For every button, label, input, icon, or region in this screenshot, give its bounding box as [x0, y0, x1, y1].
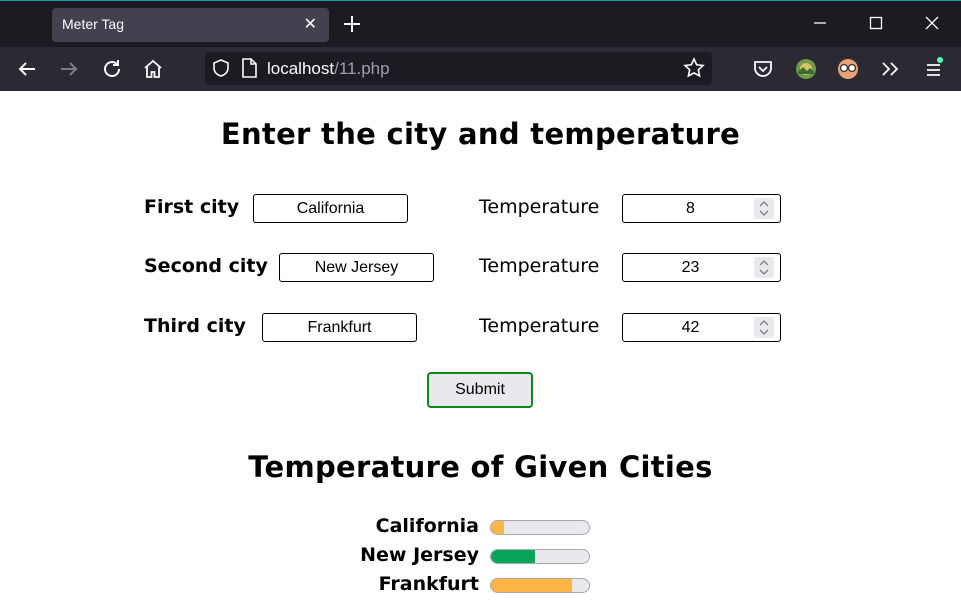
app-menu-icon[interactable]	[922, 57, 946, 81]
home-icon[interactable]	[142, 58, 164, 80]
back-arrow-icon[interactable]	[16, 58, 38, 80]
reload-icon[interactable]	[101, 58, 123, 80]
first-temperature-value: 8	[686, 200, 695, 217]
city-row-first: First city California Temperature 8	[0, 192, 961, 224]
meter-row-california: California	[0, 514, 961, 538]
form-heading: Enter the city and temperature	[220, 117, 741, 151]
forward-arrow-icon[interactable]	[58, 58, 80, 80]
url-text: localhost/11.php	[267, 59, 390, 79]
meter-fill	[491, 521, 504, 534]
pocket-icon[interactable]	[751, 57, 775, 81]
number-spinner-icon[interactable]	[754, 317, 774, 338]
first-city-input[interactable]: California	[253, 194, 408, 223]
results-heading: Temperature of Given Cities	[248, 450, 713, 484]
overflow-chevrons-icon[interactable]	[878, 57, 902, 81]
new-tab-plus-icon[interactable]	[340, 12, 364, 36]
window-close-icon[interactable]	[922, 13, 942, 33]
second-city-input[interactable]: New Jersey	[279, 253, 434, 282]
city-row-third: Third city Frankfurt Temperature 42	[0, 311, 961, 343]
temperature-meter	[490, 520, 590, 535]
submit-button[interactable]: Submit	[427, 372, 533, 408]
tab-title: Meter Tag	[62, 16, 124, 32]
bookmark-star-icon[interactable]	[683, 57, 705, 79]
meter-label: New Jersey	[360, 544, 479, 566]
second-temperature-value: 23	[681, 259, 700, 276]
temperature-meter	[490, 549, 590, 564]
meter-label: Frankfurt	[378, 573, 479, 595]
shield-icon[interactable]	[211, 58, 231, 78]
temperature-meter	[490, 578, 590, 593]
meter-label: California	[375, 515, 479, 537]
second-temperature-label: Temperature	[479, 255, 600, 277]
meter-row-frankfurt: Frankfurt	[0, 572, 961, 596]
second-city-label: Second city	[144, 255, 268, 277]
browser-navigation-bar: localhost/11.php	[0, 47, 961, 91]
window-minimize-icon[interactable]	[810, 13, 830, 33]
third-temperature-label: Temperature	[479, 315, 600, 337]
page-info-icon[interactable]	[240, 58, 258, 78]
third-city-label: Third city	[144, 315, 246, 337]
second-temperature-input[interactable]: 23	[622, 253, 781, 282]
third-temperature-input[interactable]: 42	[622, 313, 781, 342]
number-spinner-icon[interactable]	[754, 198, 774, 219]
tab-close-icon[interactable]: ✕	[304, 15, 317, 33]
third-city-input[interactable]: Frankfurt	[262, 313, 417, 342]
meter-fill	[491, 550, 536, 563]
address-bar[interactable]: localhost/11.php	[205, 52, 712, 85]
first-city-label: First city	[144, 196, 240, 218]
city-row-second: Second city New Jersey Temperature 23	[0, 251, 961, 283]
extension-landscape-icon[interactable]	[794, 57, 818, 81]
browser-tab[interactable]: Meter Tag ✕	[52, 8, 329, 42]
third-temperature-value: 42	[681, 319, 700, 336]
meter-row-new-jersey: New Jersey	[0, 543, 961, 567]
number-spinner-icon[interactable]	[754, 257, 774, 278]
extension-glasses-icon[interactable]	[836, 57, 860, 81]
meter-fill	[491, 579, 573, 592]
first-temperature-input[interactable]: 8	[622, 194, 781, 223]
url-path: /11.php	[334, 59, 390, 78]
page-content: Enter the city and temperature First cit…	[0, 91, 961, 612]
browser-tab-strip: Meter Tag ✕	[0, 0, 961, 47]
first-temperature-label: Temperature	[479, 196, 600, 218]
url-host: localhost	[267, 59, 335, 78]
window-maximize-icon[interactable]	[866, 13, 886, 33]
